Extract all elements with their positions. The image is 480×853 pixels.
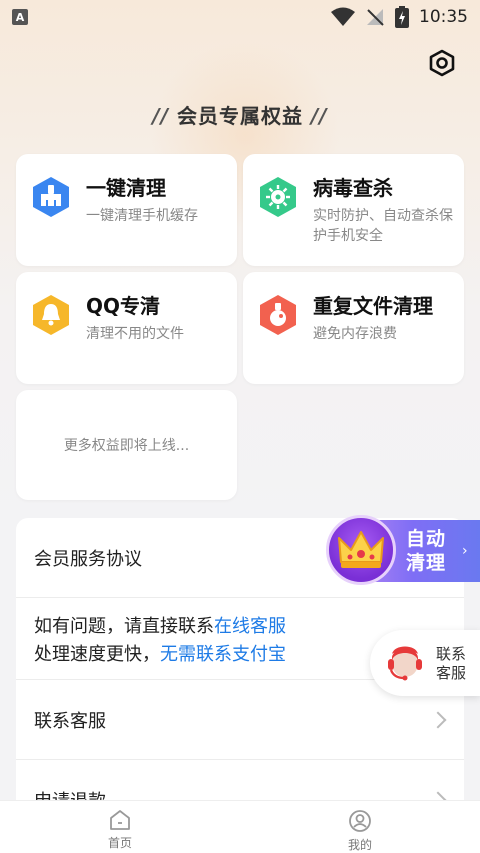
settings-button[interactable] xyxy=(427,48,457,78)
title-deco-left: // xyxy=(152,104,169,128)
service-line1: 联系 xyxy=(436,645,467,663)
feature-subtitle: 实时防护、自动查杀保护手机安全 xyxy=(313,208,453,244)
feature-subtitle: 避免内存浪费 xyxy=(313,326,397,342)
list-item-label: 会员服务协议 xyxy=(34,549,142,570)
home-icon xyxy=(110,810,130,830)
notification-badge: A xyxy=(12,9,28,25)
contact-line-1-text: 如有问题，请直接联系 xyxy=(34,616,214,637)
feature-card-qq-clean[interactable]: QQ专清 清理不用的文件 xyxy=(16,272,237,384)
feature-card-duplicate-clean[interactable]: 重复文件清理 避免内存浪费 xyxy=(243,272,464,384)
chevron-right-icon xyxy=(429,711,447,729)
chevron-right-icon: › xyxy=(462,543,468,559)
feature-card-virus-scan[interactable]: 病毒查杀 实时防护、自动查杀保护手机安全 xyxy=(243,154,464,266)
feature-title: 一键清理 xyxy=(86,176,166,200)
feature-title: 病毒查杀 xyxy=(313,176,393,200)
feature-subtitle: 一键清理手机缓存 xyxy=(86,208,198,224)
no-alipay-link: 无需联系支付宝 xyxy=(160,644,286,665)
feature-card-one-key-clean[interactable]: 一键清理 一键清理手机缓存 xyxy=(16,154,237,266)
service-line2: 客服 xyxy=(436,664,467,682)
more-benefits-card: 更多权益即将上线... xyxy=(16,390,237,500)
auto-clean-line2: 清理 xyxy=(406,552,447,574)
list-item-label: 联系客服 xyxy=(34,711,106,732)
tab-mine-label: 我的 xyxy=(347,838,372,852)
contact-line-2-text: 处理速度更快， xyxy=(34,644,160,665)
feature-subtitle: 清理不用的文件 xyxy=(86,326,184,342)
auto-clean-line1: 自动 xyxy=(406,528,447,550)
tab-mine[interactable]: 我的 xyxy=(240,801,480,853)
online-service-link[interactable]: 在线客服 xyxy=(214,616,286,637)
title-text: 会员专属权益 xyxy=(177,104,303,128)
floating-service-label: 联系 客服 xyxy=(436,645,466,683)
feature-title: 重复文件清理 xyxy=(313,294,433,318)
contact-line-1: 如有问题，请直接联系在线客服 xyxy=(34,612,286,638)
tab-home-label: 首页 xyxy=(107,836,132,850)
page-title: // 会员专属权益 // xyxy=(0,100,480,129)
wifi-icon xyxy=(331,7,355,26)
status-bar: A 10:35 xyxy=(0,0,480,34)
crown-badge xyxy=(326,515,396,585)
feature-title: QQ专清 xyxy=(86,294,161,318)
contact-line-2: 处理速度更快，无需联系支付宝 xyxy=(34,640,286,666)
title-deco-right: // xyxy=(311,104,328,128)
bell-icon xyxy=(33,295,69,335)
more-benefits-text: 更多权益即将上线... xyxy=(63,438,190,454)
headset-agent-icon xyxy=(388,646,422,681)
broom-icon xyxy=(33,177,69,217)
battery-charging-icon xyxy=(395,6,409,28)
auto-clean-label: 自动 清理 xyxy=(406,527,446,575)
crown-icon xyxy=(338,531,384,568)
user-icon xyxy=(349,810,371,832)
settings-hex-icon xyxy=(429,49,455,77)
virus-icon xyxy=(260,177,296,217)
tab-home[interactable]: 首页 xyxy=(0,801,240,853)
bottle-icon xyxy=(260,295,296,335)
bottom-tab-bar: 首页 我的 xyxy=(0,800,480,853)
no-signal-icon xyxy=(367,9,384,26)
clock: 10:35 xyxy=(419,7,468,27)
